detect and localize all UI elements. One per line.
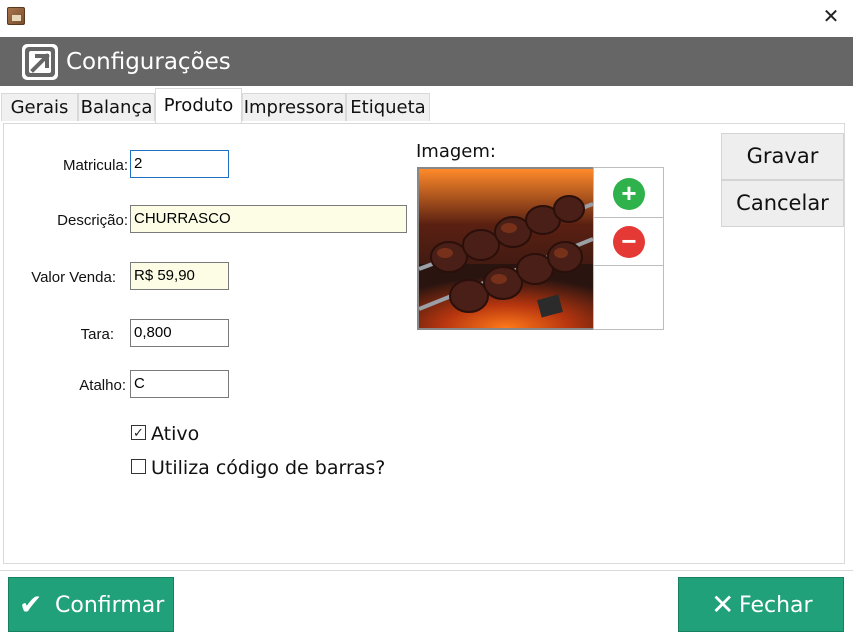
matricula-label: Matricula: — [62, 157, 128, 174]
ativo-checkbox[interactable]: ✓ — [131, 425, 146, 440]
tab-impressora[interactable]: Impressora — [242, 93, 346, 121]
footer-divider — [0, 570, 853, 571]
valor-venda-field[interactable]: R$ 59,90 — [130, 262, 229, 290]
remove-image-button[interactable]: − — [594, 218, 663, 266]
tab-balanca[interactable]: Balança — [78, 93, 155, 121]
tab-etiqueta[interactable]: Etiqueta — [346, 93, 430, 121]
descricao-label: Descrição: — [57, 212, 128, 229]
cancelar-button[interactable]: Cancelar — [721, 180, 844, 227]
add-image-button[interactable]: + — [594, 170, 663, 218]
confirmar-label: Confirmar — [55, 593, 165, 618]
fechar-button[interactable]: ✕ Fechar — [678, 577, 844, 632]
atalho-label: Atalho: — [79, 377, 126, 394]
imagem-label: Imagem: — [416, 141, 496, 162]
atalho-field[interactable]: C — [130, 370, 229, 398]
tab-produto[interactable]: Produto — [155, 88, 242, 123]
matricula-field[interactable]: 2 — [130, 150, 229, 178]
ativo-label: Ativo — [151, 423, 200, 445]
confirmar-button[interactable]: ✔ Confirmar — [8, 577, 174, 632]
codigo-barras-checkbox[interactable] — [131, 459, 146, 474]
gravar-button[interactable]: Gravar — [721, 133, 844, 180]
arrow-up-right-icon — [22, 44, 58, 80]
tara-label: Tara: — [80, 326, 114, 343]
codigo-barras-label: Utiliza código de barras? — [151, 457, 386, 479]
tab-gerais[interactable]: Gerais — [1, 93, 78, 121]
fechar-label: Fechar — [739, 593, 813, 618]
page-title: Configurações — [66, 49, 231, 75]
app-icon — [7, 7, 25, 25]
descricao-field[interactable]: CHURRASCO — [130, 205, 407, 233]
check-icon: ✔ — [19, 588, 43, 621]
tara-field[interactable]: 0,800 — [130, 319, 229, 347]
close-window-button[interactable]: ✕ — [820, 6, 842, 28]
plus-icon: + — [613, 178, 645, 210]
valor-venda-label: Valor Venda: — [31, 269, 116, 286]
image-actions: + − — [593, 167, 664, 330]
product-image — [417, 167, 595, 330]
minus-icon: − — [613, 226, 645, 258]
close-icon: ✕ — [711, 588, 735, 621]
